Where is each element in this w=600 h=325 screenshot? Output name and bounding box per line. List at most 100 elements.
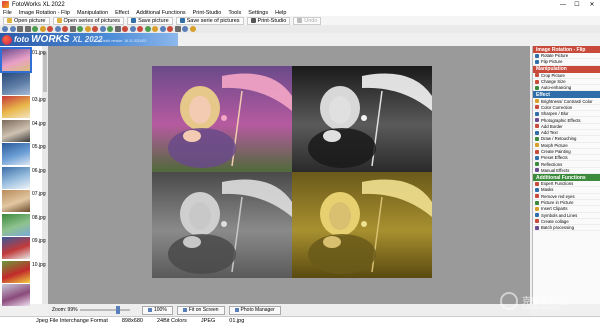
info-icon[interactable] xyxy=(182,26,188,32)
maximize-button[interactable]: ☐ xyxy=(570,0,584,9)
folder-stack-icon xyxy=(56,18,62,23)
manual-effects-icon[interactable] xyxy=(114,26,121,32)
menu-print-studio[interactable]: Print-Studio xyxy=(193,10,222,16)
panel-item-icon xyxy=(535,155,539,160)
rotate-right-icon[interactable] xyxy=(9,26,16,32)
open-series-button[interactable]: Open series of pictures xyxy=(52,16,125,25)
morph-icon[interactable] xyxy=(84,26,91,32)
menu-help[interactable]: Help xyxy=(275,10,286,16)
undo-icon xyxy=(297,18,303,23)
picture-in-picture-icon[interactable] xyxy=(144,26,151,32)
save-picture-button[interactable]: Save picture xyxy=(127,16,173,25)
minimize-button[interactable]: — xyxy=(556,0,570,9)
panel-item-icon xyxy=(535,136,539,141)
panel-item-icon xyxy=(535,53,539,58)
quick-icon-bar xyxy=(0,25,600,33)
thumbnail-image[interactable] xyxy=(2,166,30,189)
panel-item-icon xyxy=(535,85,539,90)
image-canvas[interactable] xyxy=(48,46,530,304)
panel-item-icon xyxy=(535,187,539,192)
thumbnail-image[interactable] xyxy=(2,284,30,306)
thumbnail-image[interactable] xyxy=(2,96,30,118)
menu-additional-functions[interactable]: Additional Functions xyxy=(136,10,186,16)
status-dimensions: 898x680 xyxy=(121,318,143,324)
portrait-illustration xyxy=(308,179,432,274)
panel-item-label: Picture in Picture xyxy=(541,200,574,206)
thumbnail-image[interactable] xyxy=(2,143,30,165)
rotate-left-icon[interactable] xyxy=(2,26,8,32)
thumbnail-image[interactable] xyxy=(2,190,30,212)
symbols-icon[interactable] xyxy=(159,26,166,32)
panel-item-icon xyxy=(535,149,539,154)
sharpen-icon[interactable] xyxy=(54,26,61,32)
preset-effects-icon[interactable] xyxy=(99,26,106,32)
panel-section-header[interactable]: Additional Functions xyxy=(533,174,600,182)
watermark-url: www.keruen.com xyxy=(522,305,561,311)
panel-item-icon xyxy=(535,181,539,186)
brightness-icon[interactable] xyxy=(39,26,46,32)
panel-item-label: Preset Effects xyxy=(541,155,568,161)
border-icon[interactable] xyxy=(62,26,68,32)
last-build-info: Last build version: 16.11.2021/02 xyxy=(95,39,147,43)
menu-bar: File Image Rotation - Flip Manipulation … xyxy=(0,9,600,16)
zoom-slider-knob[interactable] xyxy=(115,306,120,314)
panel-item-icon xyxy=(535,206,539,211)
zoom-slider[interactable] xyxy=(80,306,130,314)
app-icon xyxy=(2,1,9,8)
red-eye-icon[interactable] xyxy=(137,26,143,32)
panel-item[interactable]: Batch processing xyxy=(533,225,600,232)
menu-file[interactable]: File xyxy=(3,10,12,16)
text-icon[interactable] xyxy=(69,26,76,32)
thumbnail-image[interactable] xyxy=(2,213,30,236)
thumbnail-image[interactable] xyxy=(2,237,30,259)
menu-manipulation[interactable]: Manipulation xyxy=(77,10,108,16)
expert-icon[interactable] xyxy=(122,26,128,32)
main-photo[interactable] xyxy=(152,66,432,278)
help-icon[interactable] xyxy=(189,26,196,32)
panel-item-icon xyxy=(535,73,539,78)
open-picture-button[interactable]: Open picture xyxy=(3,16,50,25)
save-series-button[interactable]: Save serie of pictures xyxy=(175,16,244,25)
watermark-logo-icon xyxy=(500,292,518,310)
reflection-icon[interactable] xyxy=(107,26,113,32)
thumbnail-label: 10.jpg xyxy=(32,261,46,268)
menu-tools[interactable]: Tools xyxy=(228,10,241,16)
panel-section-header[interactable]: Image Rotation - Flip xyxy=(533,46,600,53)
thumbnail-image[interactable] xyxy=(2,119,30,142)
panel-item-label: Add Border xyxy=(541,123,563,129)
print-studio-button[interactable]: Print-Studio xyxy=(246,16,291,25)
mask-icon[interactable] xyxy=(129,26,136,32)
thumbnail-label: 09.jpg xyxy=(32,238,46,244)
photo-manager-button[interactable]: Photo Manager xyxy=(228,305,281,315)
menu-image-rotation[interactable]: Image Rotation - Flip xyxy=(19,10,70,16)
color-correction-icon[interactable] xyxy=(47,26,53,32)
thumbnail-image[interactable] xyxy=(2,260,30,283)
collage-icon[interactable] xyxy=(167,26,173,32)
panel-item-icon xyxy=(535,194,539,199)
painting-icon[interactable] xyxy=(92,26,98,32)
auto-enhance-icon[interactable] xyxy=(32,26,38,32)
panel-section-header[interactable]: Effect xyxy=(533,91,600,99)
crop-icon[interactable] xyxy=(17,26,23,32)
close-button[interactable]: ✕ xyxy=(584,0,600,9)
watermark: 克鲁软件园 www.keruen.com xyxy=(500,290,600,320)
panel-item-icon xyxy=(535,219,539,224)
fit-on-screen-button[interactable]: Fit on Screen xyxy=(176,305,225,315)
panel-item-icon xyxy=(535,124,539,129)
panel-item-icon xyxy=(535,59,539,64)
menu-settings[interactable]: Settings xyxy=(248,10,268,16)
draw-icon[interactable] xyxy=(77,26,83,32)
thumbnail-image[interactable] xyxy=(2,72,30,95)
undo-button[interactable]: Undo xyxy=(293,16,322,25)
thumbnail-image[interactable] xyxy=(0,47,32,73)
resize-icon[interactable] xyxy=(24,26,31,32)
fit-screen-icon xyxy=(182,308,187,312)
logo-badge-icon xyxy=(2,35,12,45)
zoom-100-button[interactable]: 100% xyxy=(142,305,173,315)
clipart-icon[interactable] xyxy=(152,26,158,32)
panel-section-header[interactable]: Manipulation xyxy=(533,65,600,73)
batch-icon[interactable] xyxy=(174,26,181,32)
thumbnail-scroll-handle[interactable] xyxy=(43,52,47,92)
panel-item-label: Rotate Picture xyxy=(541,53,569,59)
menu-effect[interactable]: Effect xyxy=(115,10,129,16)
